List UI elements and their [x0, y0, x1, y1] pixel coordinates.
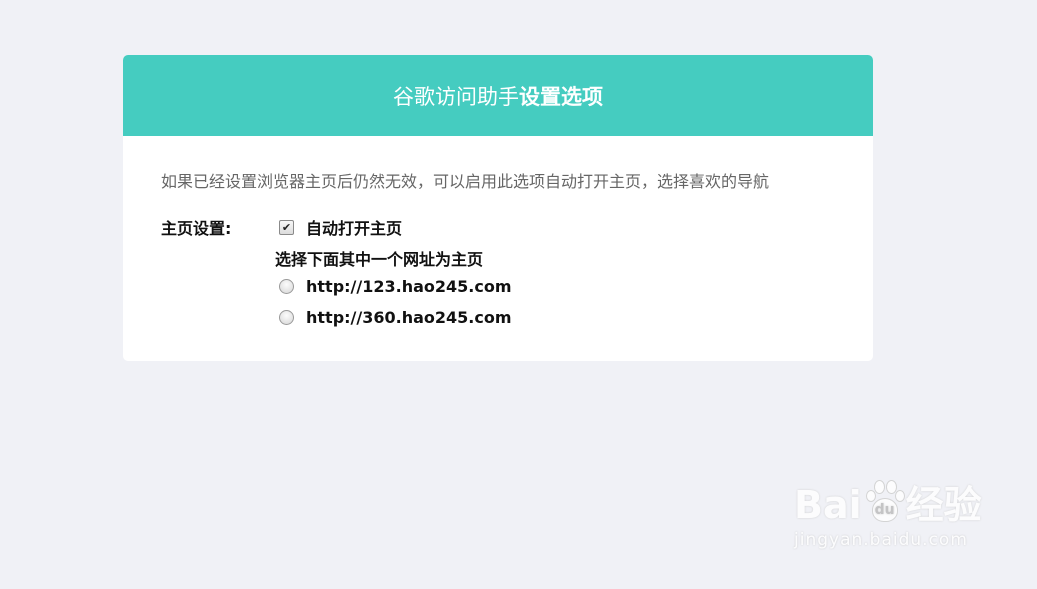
settings-card: 谷歌访问助手 设置选项 如果已经设置浏览器主页后仍然无效，可以启用此选项自动打开主… [123, 55, 873, 361]
settings-header: 谷歌访问助手 设置选项 [123, 55, 873, 136]
header-title-normal: 谷歌访问助手 [393, 84, 519, 109]
header-title-bold: 设置选项 [519, 84, 603, 109]
watermark-url: jingyan.baidu.com [794, 530, 968, 550]
baidu-jingyan-watermark: Bai du 经验 jingyan.baidu.com [794, 478, 982, 550]
homepage-setting-label: 主页设置: [161, 219, 232, 238]
watermark-brand-paw: du [871, 498, 898, 522]
homepage-option-2[interactable]: http://360.hao245.com [279, 308, 512, 327]
auto-open-homepage-label: 自动打开主页 [306, 219, 403, 238]
auto-open-homepage-checkbox[interactable]: ✔ [279, 219, 294, 235]
homepage-option-2-radio[interactable] [279, 310, 294, 325]
homepage-option-1-radio[interactable] [279, 279, 294, 294]
homepage-choice-hint: 选择下面其中一个网址为主页 [275, 250, 484, 269]
watermark-brand-right: 经验 [905, 483, 982, 527]
homepage-option-2-url: http://360.hao245.com [306, 308, 512, 327]
watermark-brand-left: Bai [794, 483, 862, 527]
settings-description: 如果已经设置浏览器主页后仍然无效，可以启用此选项自动打开主页，选择喜欢的导航 [161, 172, 770, 191]
auto-open-homepage-row[interactable]: ✔ 自动打开主页 [279, 215, 402, 239]
homepage-option-1[interactable]: http://123.hao245.com [279, 277, 512, 296]
baidu-paw-icon: du [864, 478, 905, 524]
homepage-option-1-url: http://123.hao245.com [306, 277, 512, 296]
